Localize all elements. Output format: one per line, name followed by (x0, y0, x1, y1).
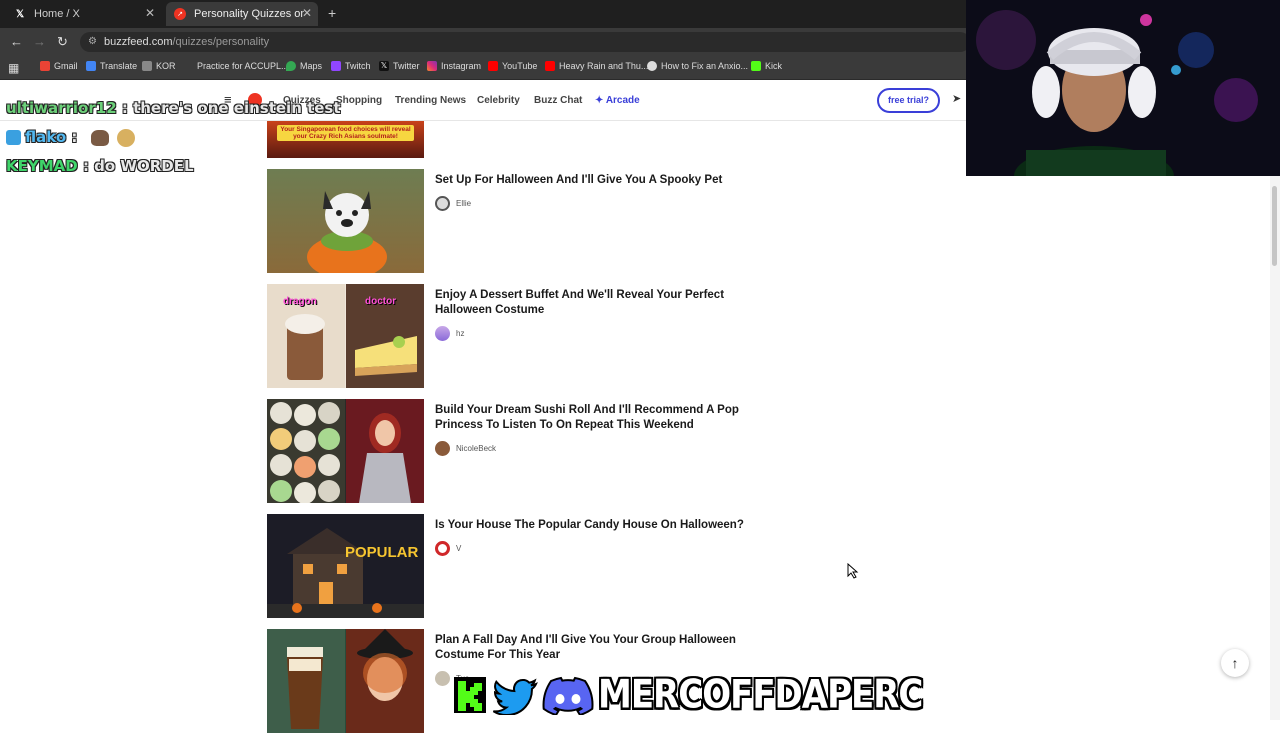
tab-title: Home / X (34, 8, 80, 20)
scrollbar-thumb[interactable] (1272, 186, 1277, 266)
streamer-handle: MERCOFFDAPERC (598, 672, 923, 718)
x-logo-icon: 𝕏 (15, 8, 25, 20)
url-domain: buzzfeed.com (104, 36, 173, 48)
cat-emote-icon (90, 129, 109, 146)
author-avatar (435, 326, 450, 341)
bookmark-anxiety[interactable]: How to Fix an Anxio... (647, 61, 748, 71)
quiz-author[interactable]: Ellie (435, 196, 471, 211)
bookmark-instagram[interactable]: Instagram (427, 61, 481, 71)
nav-buzz-chat[interactable]: Buzz Chat (534, 95, 582, 106)
twitter-bird-icon (492, 678, 538, 715)
gmail-icon (40, 61, 50, 71)
quiz-title[interactable]: Is Your House The Popular Candy House On… (435, 518, 755, 533)
author-avatar (435, 671, 450, 686)
free-trial-button[interactable]: free trial? (877, 88, 940, 113)
quiz-title[interactable]: Build Your Dream Sushi Roll And I'll Rec… (435, 403, 755, 433)
chat-message: ultiwarrior12 : there's one einstein tes… (6, 99, 341, 117)
bookmark-youtube[interactable]: YouTube (488, 61, 537, 71)
chat-message: KEYMAD : do WORDEL (6, 157, 194, 175)
fall-day-image (267, 629, 424, 733)
nav-celebrity[interactable]: Celebrity (477, 95, 520, 106)
page-globe-icon (647, 61, 657, 71)
youtube-icon (488, 61, 498, 71)
social-handle-overlay: MERCOFFDAPERC (452, 672, 923, 718)
streamer-webcam-image (966, 0, 1280, 176)
kor-icon (142, 61, 152, 71)
halloween-house-image (267, 514, 424, 618)
translate-icon (86, 61, 96, 71)
nav-shopping[interactable]: Shopping (336, 95, 382, 106)
bookmark-maps[interactable]: Maps (286, 61, 322, 71)
apps-grid-icon[interactable]: ▦ (8, 61, 19, 75)
bookmark-translate[interactable]: Translate (86, 61, 137, 71)
bookmark-gmail[interactable]: Gmail (40, 61, 78, 71)
bookmark-twitter[interactable]: 𝕏 Twitter (379, 61, 420, 71)
bookmark-practice[interactable]: Practice for ACCUPL... (183, 61, 289, 71)
kick-icon (751, 61, 761, 71)
site-settings-icon[interactable]: ⚙ (88, 32, 97, 52)
quiz-author[interactable]: V (435, 541, 461, 556)
buzzfeed-favicon-icon: ↗ (174, 8, 186, 20)
bookmark-kor[interactable]: KOR (142, 61, 176, 71)
youtube-icon (545, 61, 555, 71)
quiz-author[interactable]: NicoleBeck (435, 441, 496, 456)
x-logo-icon: 𝕏 (379, 61, 389, 71)
quiz-title[interactable]: Enjoy A Dessert Buffet And We'll Reveal … (435, 288, 755, 318)
mouse-cursor-icon (847, 563, 859, 579)
costume-tag: doctor (365, 296, 397, 307)
kick-badge-icon (6, 130, 21, 145)
discord-logo-icon (542, 676, 594, 715)
webcam-overlay (966, 0, 1280, 176)
author-avatar (435, 541, 450, 556)
costume-tag: dragon (283, 296, 317, 307)
nav-trending-news[interactable]: Trending News (395, 95, 466, 106)
quiz-thumbnail[interactable]: POPULAR (267, 514, 424, 618)
tab-home-x[interactable]: 𝕏 Home / X ✕ (6, 2, 161, 26)
character-emote-icon (116, 128, 135, 147)
author-avatar (435, 196, 450, 211)
nav-arcade[interactable]: ✦ Arcade (595, 95, 640, 106)
forward-arrow-icon[interactable]: → (33, 34, 46, 49)
quiz-thumbnail[interactable] (267, 399, 424, 503)
sparkle-icon: ✦ (595, 95, 604, 106)
quiz-title[interactable]: Set Up For Halloween And I'll Give You A… (435, 173, 755, 188)
quiz-thumbnail[interactable] (267, 169, 424, 273)
popular-overlay-text: POPULAR (345, 544, 419, 561)
tab-buzzfeed[interactable]: ↗ Personality Quizzes on BuzzFe... ✕ (166, 2, 318, 26)
dog-in-pumpkin-image (307, 191, 387, 273)
back-arrow-icon[interactable]: ← (10, 34, 23, 49)
bookmark-kick[interactable]: Kick (751, 61, 782, 71)
stream-chat-overlay: ultiwarrior12 : there's one einstein tes… (6, 94, 341, 181)
author-avatar (435, 441, 450, 456)
quiz-author[interactable]: hz (435, 326, 464, 341)
close-tab-icon[interactable]: ✕ (145, 6, 155, 20)
chat-message: flako : (6, 123, 341, 152)
tab-title: Personality Quizzes on BuzzFe... (194, 8, 304, 20)
close-tab-icon[interactable]: ✕ (302, 6, 312, 20)
kick-logo-icon (454, 677, 486, 713)
quiz-thumbnail[interactable] (267, 629, 424, 733)
maps-pin-icon (286, 61, 296, 71)
bookmark-twitch[interactable]: Twitch (331, 61, 371, 71)
sushi-and-singer-image (267, 399, 424, 503)
quiz-title[interactable]: Plan A Fall Day And I'll Give You Your G… (435, 633, 755, 663)
send-icon[interactable]: ➤ (952, 92, 961, 105)
quiz-thumbnail[interactable]: dragon doctor (267, 284, 424, 388)
url-bar[interactable]: ⚙ buzzfeed.com/quizzes/personality (80, 32, 970, 52)
page-icon (183, 61, 193, 71)
twitch-icon (331, 61, 341, 71)
bookmark-heavy-rain[interactable]: Heavy Rain and Thu... (545, 61, 648, 71)
instagram-icon (427, 61, 437, 71)
url-path: /quizzes/personality (172, 36, 270, 48)
back-to-top-button[interactable]: ↑ (1221, 649, 1249, 677)
new-tab-button[interactable]: + (328, 5, 336, 21)
reload-icon[interactable]: ↻ (57, 34, 68, 50)
